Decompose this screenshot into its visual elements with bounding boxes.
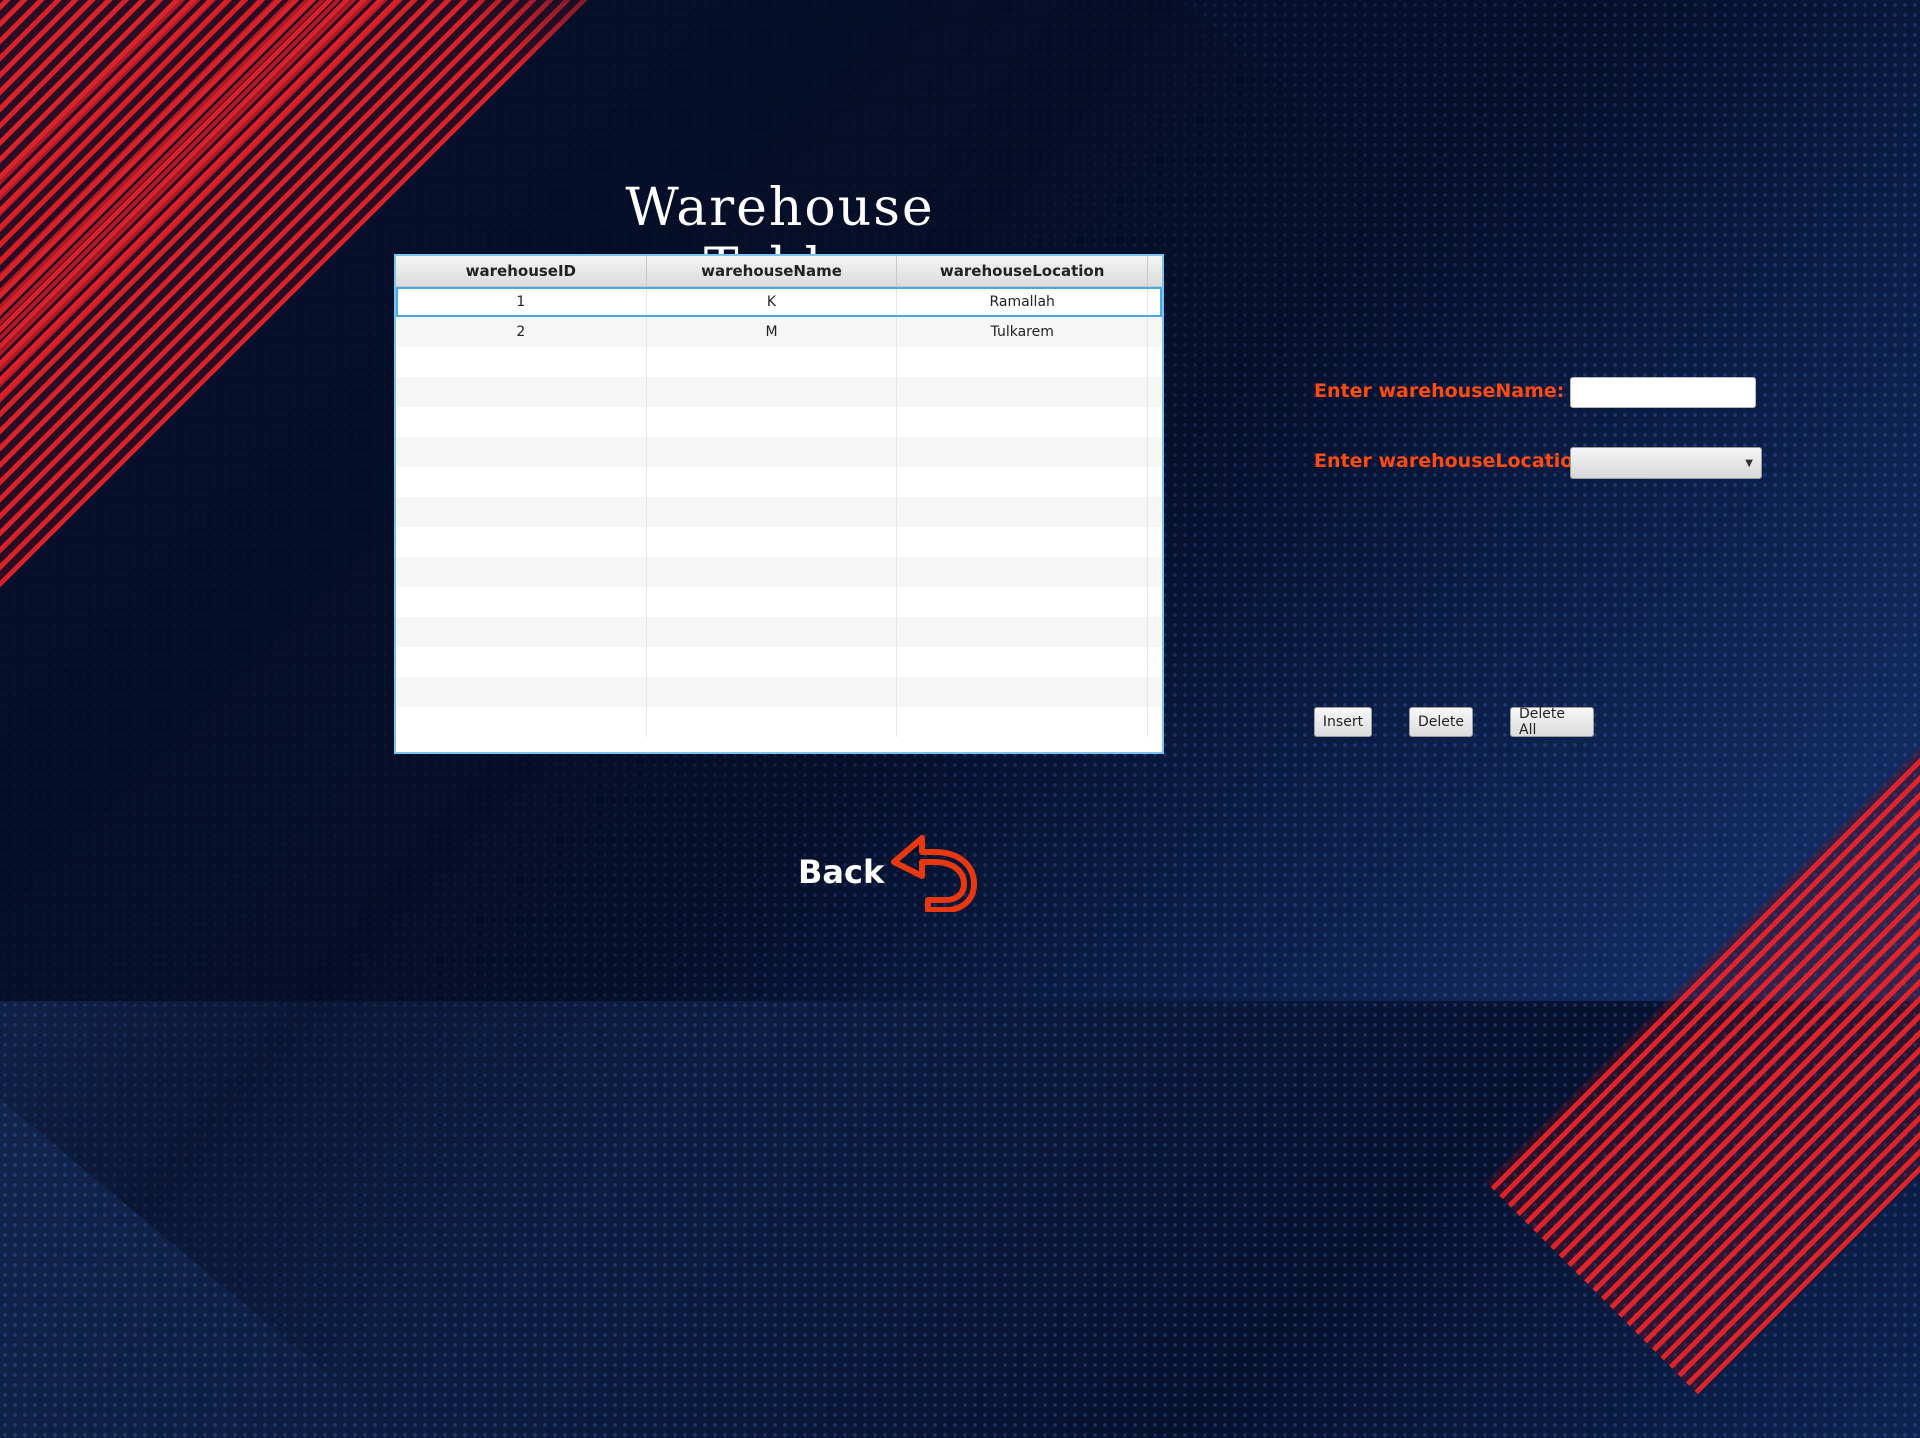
delete-all-button[interactable]: Delete All <box>1510 706 1594 738</box>
cell-warehouse-name: K <box>647 287 898 317</box>
table-row-empty <box>396 587 1162 617</box>
table-row-empty <box>396 677 1162 707</box>
warehouse-table[interactable]: warehouseID warehouseName warehouseLocat… <box>394 254 1164 754</box>
table-row-empty <box>396 347 1162 377</box>
back-label[interactable]: Back <box>798 853 884 891</box>
warehouse-name-input[interactable] <box>1570 377 1756 408</box>
table-row[interactable]: 1 K Ramallah <box>396 287 1162 317</box>
table-row-empty <box>396 617 1162 647</box>
column-header-warehouse-id[interactable]: warehouseID <box>396 256 647 286</box>
warehouse-location-select[interactable]: ▼ <box>1570 447 1762 479</box>
warehouse-location-label: Enter warehouseLocation: <box>1314 450 1595 472</box>
table-row-empty <box>396 497 1162 527</box>
table-header: warehouseID warehouseName warehouseLocat… <box>396 256 1162 287</box>
table-row-empty <box>396 527 1162 557</box>
insert-button[interactable]: Insert <box>1314 707 1372 737</box>
cell-warehouse-id: 1 <box>396 287 647 317</box>
table-row[interactable]: 2 M Tulkarem <box>396 317 1162 347</box>
table-row-empty <box>396 707 1162 737</box>
column-header-warehouse-location[interactable]: warehouseLocation <box>897 256 1149 286</box>
column-header-warehouse-name[interactable]: warehouseName <box>647 256 898 286</box>
table-row-empty <box>396 647 1162 677</box>
cell-warehouse-id: 2 <box>396 317 647 347</box>
chevron-down-icon: ▼ <box>1745 457 1753 469</box>
table-row-empty <box>396 557 1162 587</box>
table-row-empty <box>396 377 1162 407</box>
cell-warehouse-location: Ramallah <box>897 287 1149 317</box>
table-row-empty <box>396 407 1162 437</box>
cell-warehouse-location: Tulkarem <box>897 317 1149 347</box>
table-row-empty <box>396 437 1162 467</box>
table-row-empty <box>396 467 1162 497</box>
warehouse-name-label: Enter warehouseName: <box>1314 380 1565 402</box>
table-body: 1 K Ramallah 2 M Tulkarem <box>396 287 1162 737</box>
back-arrow-icon[interactable] <box>888 832 982 912</box>
column-header-filler <box>1148 256 1162 286</box>
cell-warehouse-name: M <box>647 317 898 347</box>
delete-button[interactable]: Delete <box>1409 707 1473 737</box>
